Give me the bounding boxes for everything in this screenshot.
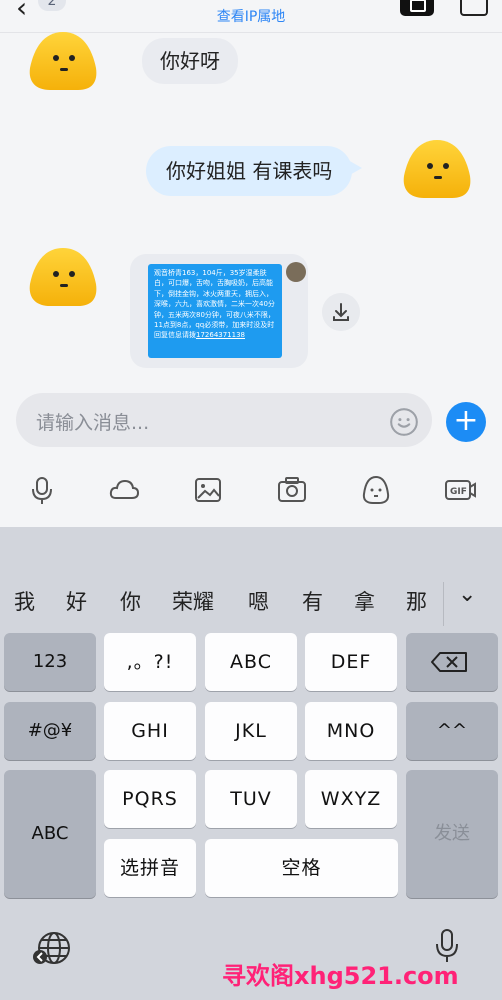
watermark: 寻欢阁xhg521.com <box>222 962 459 990</box>
profile-icon[interactable] <box>460 0 488 16</box>
key-ghi[interactable]: GHI <box>104 702 196 760</box>
gif-icon[interactable]: GIF <box>444 474 476 506</box>
message-bubble-sent[interactable]: 你好姐姐 有课表吗 <box>146 146 363 196</box>
key-select-pinyin[interactable]: 选拼音 <box>104 839 196 897</box>
download-icon[interactable] <box>322 293 360 331</box>
key-mno[interactable]: MNO <box>305 702 397 760</box>
key-tuv[interactable]: TUV <box>205 770 297 828</box>
chevron-down-icon[interactable]: ⌄ <box>458 582 476 607</box>
key-jkl[interactable]: JKL <box>205 702 297 760</box>
globe-icon[interactable] <box>30 928 74 968</box>
emoji-icon[interactable] <box>390 408 418 436</box>
sticker-icon[interactable] <box>360 474 392 506</box>
key-def[interactable]: DEF <box>305 633 397 691</box>
svg-text:GIF: GIF <box>450 487 467 497</box>
key-wxyz[interactable]: WXYZ <box>305 770 397 828</box>
key-emoticon[interactable]: ^^ <box>406 702 498 760</box>
send-key[interactable]: 发送 <box>406 770 498 898</box>
candidate-word[interactable]: 拿 <box>354 586 375 616</box>
microphone-icon[interactable] <box>26 474 58 506</box>
candidate-word[interactable]: 那 <box>406 586 427 616</box>
contact-avatar[interactable] <box>26 28 100 92</box>
candidate-word[interactable]: 我 <box>14 586 35 616</box>
cloud-icon[interactable] <box>108 474 140 506</box>
candidate-word[interactable]: 嗯 <box>248 586 269 616</box>
key-pqrs[interactable]: PQRS <box>104 770 196 828</box>
video-call-icon[interactable] <box>400 0 434 16</box>
key-abc[interactable]: ABC <box>205 633 297 691</box>
contact-avatar[interactable] <box>26 244 100 308</box>
candidate-word[interactable]: 荣耀 <box>172 586 214 616</box>
candidate-word[interactable]: 好 <box>66 586 87 616</box>
my-avatar[interactable] <box>400 136 474 200</box>
candidate-word[interactable]: 你 <box>120 586 141 616</box>
camera-icon[interactable] <box>276 474 308 506</box>
key-123[interactable]: 123 <box>4 633 96 691</box>
image-avatar-thumb <box>286 262 306 282</box>
image-phone-link: 17264371138 <box>196 331 245 340</box>
image-content[interactable]: 观音桥青163，104斤，35岁湿柔肤白，可口爆，舌吻，舌胸吸奶，后高能下，倒挂… <box>148 264 282 358</box>
key-symbols[interactable]: #@¥ <box>4 702 96 760</box>
space-key[interactable]: 空格 <box>205 839 398 897</box>
candidate-divider <box>443 582 444 626</box>
backspace-icon[interactable] <box>406 633 498 691</box>
image-text: 加来时 <box>232 321 254 330</box>
key-punctuation[interactable]: ,。?! <box>104 633 196 691</box>
message-bubble-received[interactable]: 你好呀 <box>142 38 238 84</box>
image-icon[interactable] <box>192 474 224 506</box>
key-abc-switch[interactable]: ABC <box>4 770 96 898</box>
candidate-word[interactable]: 有 <box>302 586 323 616</box>
plus-button[interactable]: + <box>446 402 486 442</box>
message-input-placeholder: 请输入消息... <box>36 412 150 434</box>
